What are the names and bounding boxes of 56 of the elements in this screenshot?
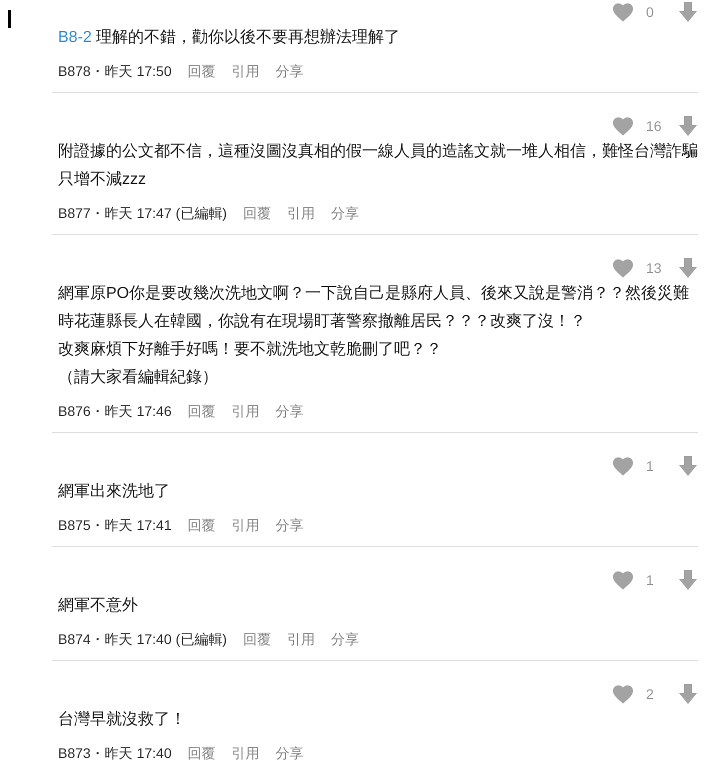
- edge-mark: [8, 10, 11, 28]
- post-meta: B874・昨天 17:40: [58, 630, 172, 648]
- post-meta: B873・昨天 17:40: [58, 744, 172, 762]
- comment-text: 改爽麻煩下好離手好嗎！要不就洗地文乾脆刪了吧？？: [58, 340, 443, 360]
- action-link[interactable]: 引用: [232, 514, 260, 536]
- post-meta: B876・昨天 17:46: [58, 402, 172, 420]
- heart-icon[interactable]: [612, 456, 634, 476]
- reply-link[interactable]: B8-2: [58, 29, 92, 46]
- like-count: 2: [646, 684, 655, 704]
- action-link[interactable]: 分享: [330, 628, 359, 650]
- post-meta: B877・昨天 17:47: [58, 204, 172, 222]
- down-arrow-icon[interactable]: [678, 2, 698, 22]
- like-count: 13: [646, 258, 663, 278]
- heart-icon[interactable]: [612, 258, 634, 278]
- comment-text: （請大家看編輯紀錄）: [58, 368, 219, 388]
- action-link[interactable]: 引用: [232, 742, 260, 764]
- action-link[interactable]: 回覆: [242, 628, 271, 650]
- down-arrow-icon[interactable]: [678, 258, 698, 278]
- comment-text: 附證據的公文都不信，這種沒圖沒真相的假一線人員的造謠文就一堆人相信，難怪台灣詐騙: [58, 142, 699, 162]
- like-count: 1: [646, 456, 655, 476]
- heart-icon[interactable]: [612, 684, 634, 704]
- heart-icon[interactable]: [612, 2, 634, 22]
- action-link[interactable]: 分享: [330, 202, 359, 224]
- action-link[interactable]: 回覆: [188, 742, 216, 764]
- like-count: 1: [646, 570, 655, 590]
- action-link[interactable]: 引用: [286, 202, 315, 224]
- comment-text: 網軍出來洗地了: [58, 482, 171, 502]
- post-meta: B878・昨天 17:50: [58, 62, 172, 80]
- comment-text: 網軍不意外: [58, 596, 139, 616]
- action-link[interactable]: 分享: [276, 400, 304, 422]
- action-link[interactable]: 分享: [276, 60, 304, 82]
- comment-text: 時花蓮縣長人在韓國，你說有在現場盯著警察撤離居民？？？改爽了沒！？: [58, 312, 587, 332]
- comment-text: 網軍原PO你是要改幾次洗地文啊？一下說自己是縣府人員、後來又說是警消？？然後災難: [58, 284, 690, 304]
- post-meta: B875・昨天 17:41: [58, 516, 172, 534]
- action-link[interactable]: 引用: [286, 628, 315, 650]
- action-link[interactable]: 引用: [232, 400, 260, 422]
- action-link[interactable]: 分享: [276, 514, 304, 536]
- action-link[interactable]: 回覆: [242, 202, 271, 224]
- comment-text: 台灣早就沒救了！: [58, 710, 187, 730]
- action-link[interactable]: 引用: [232, 60, 260, 82]
- like-count: 16: [646, 116, 663, 136]
- like-count: 0: [646, 2, 655, 22]
- down-arrow-icon[interactable]: [678, 456, 698, 476]
- comment-text: 只增不減zzz: [58, 170, 147, 190]
- heart-icon[interactable]: [612, 570, 634, 590]
- comment-text: B8-2 理解的不錯，勸你以後不要再想辦法理解了: [58, 28, 402, 48]
- action-link[interactable]: 回覆: [188, 60, 216, 82]
- edited-label: (已編輯): [176, 630, 227, 649]
- down-arrow-icon[interactable]: [678, 116, 698, 136]
- down-arrow-icon[interactable]: [678, 684, 698, 704]
- down-arrow-icon[interactable]: [678, 570, 698, 590]
- edited-label: (已編輯): [176, 204, 227, 223]
- action-link[interactable]: 分享: [276, 742, 304, 764]
- action-link[interactable]: 回覆: [188, 514, 216, 536]
- action-link[interactable]: 回覆: [188, 400, 216, 422]
- heart-icon[interactable]: [612, 116, 634, 136]
